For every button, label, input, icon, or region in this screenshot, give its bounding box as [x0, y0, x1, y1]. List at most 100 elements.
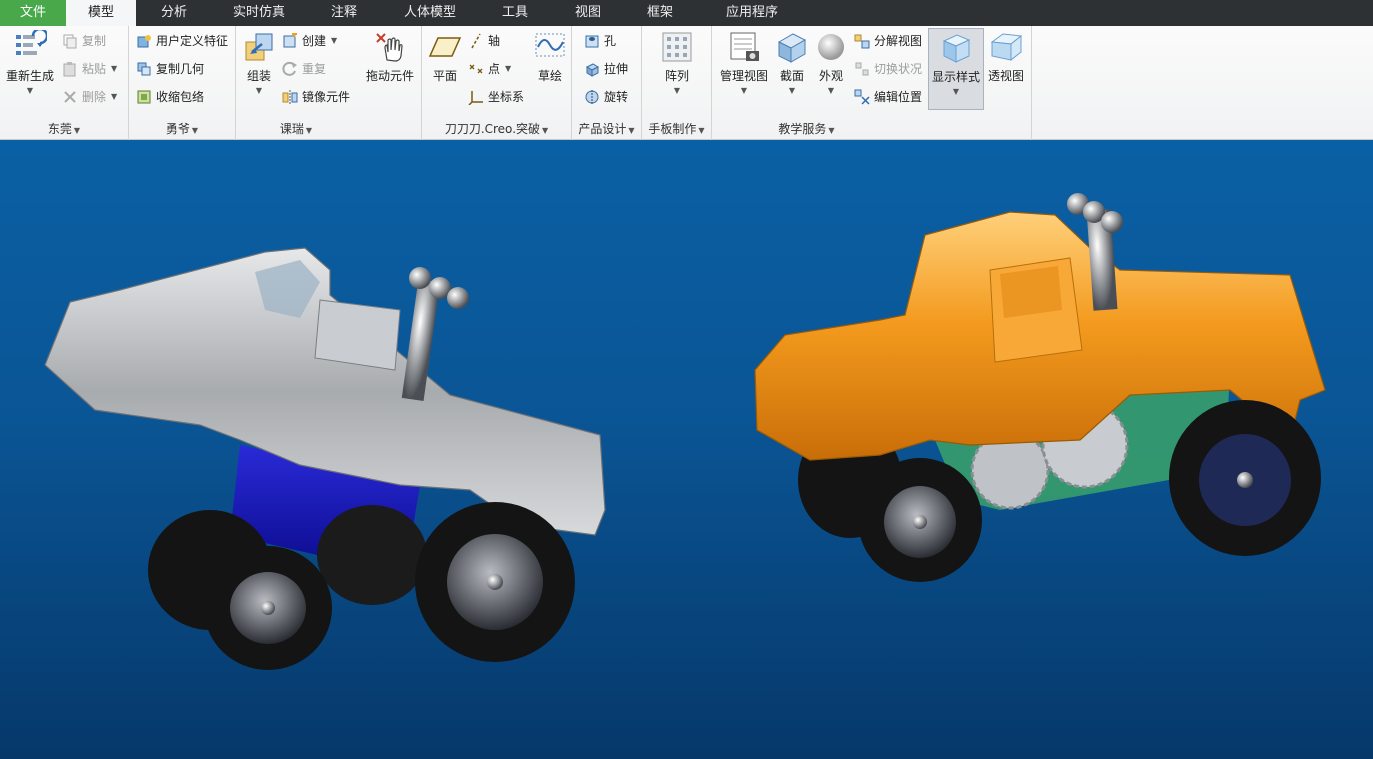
group-model-display: 管理视图 ▼ 截面 ▼ 外观 ▼ 分解视图 切换状况 编辑位置 显示样式 ▼ 透…	[712, 26, 1032, 140]
group-label-model-display[interactable]: 教学服务 ▼	[712, 120, 901, 137]
copy-geometry-icon	[136, 61, 152, 77]
toggle-status-button[interactable]: 切换状况	[854, 58, 922, 80]
assemble-button[interactable]: 组装 ▼	[241, 30, 277, 95]
plane-button[interactable]: 平面	[426, 30, 464, 84]
sketch-icon	[533, 30, 567, 64]
chevron-down-icon: ▼	[111, 64, 118, 73]
repeat-icon	[282, 61, 298, 77]
repeat-button[interactable]: 重复	[282, 58, 326, 80]
chevron-down-icon: ▼	[542, 126, 549, 135]
shrinkwrap-button[interactable]: 收缩包络	[136, 86, 204, 108]
appearance-button[interactable]: 外观 ▼	[814, 30, 848, 95]
edit-position-button[interactable]: 编辑位置	[854, 86, 922, 108]
extrude-icon	[584, 61, 600, 77]
toggle-status-icon	[854, 61, 870, 77]
copy-geometry-button[interactable]: 复制几何	[136, 58, 204, 80]
truck-door	[314, 299, 401, 371]
section-button[interactable]: 截面 ▼	[775, 30, 809, 95]
regenerate-button[interactable]: 重新生成 ▼	[4, 27, 56, 95]
hole-icon	[584, 33, 600, 49]
wheel-front-left-orange	[858, 458, 982, 582]
tab-file[interactable]: 文件	[0, 0, 66, 26]
group-label-get-data[interactable]: 勇爷 ▼	[129, 120, 235, 137]
revolve-icon	[584, 89, 600, 105]
user-defined-feature-button[interactable]: 用户定义特征	[136, 30, 228, 52]
graphics-viewport[interactable]	[0, 140, 1373, 759]
appearance-sphere-icon	[814, 30, 848, 64]
extrude-button[interactable]: 拉伸	[584, 58, 628, 80]
regenerate-icon	[13, 27, 49, 64]
coordinate-system-icon	[468, 89, 484, 106]
tab-human-model[interactable]: 人体模型	[382, 0, 478, 26]
group-label-product-design[interactable]: 产品设计 ▼	[572, 120, 641, 137]
mirror-component-button[interactable]: 镜像元件	[282, 86, 350, 108]
paste-button[interactable]: 粘贴 ▼	[62, 58, 117, 80]
group-get-data: 用户定义特征 复制几何 收缩包络 勇爷 ▼	[129, 26, 236, 140]
ribbon: 重新生成 ▼ 复制 粘贴 ▼ 删除 ▼ 东莞 ▼ 用户定义特征 复制几何 收缩包…	[0, 26, 1373, 140]
copy-button[interactable]: 复制	[62, 30, 106, 52]
chevron-down-icon: ▼	[331, 36, 338, 45]
user-defined-feature-icon	[136, 33, 152, 49]
perspective-view-button[interactable]: 透视图	[986, 30, 1026, 84]
create-button[interactable]: 创建 ▼	[282, 30, 337, 52]
ribbon-tab-bar: 文件 模型 分析 实时仿真 注释 人体模型 工具 视图 框架 应用程序	[0, 0, 1373, 26]
hole-button[interactable]: 孔	[584, 30, 616, 52]
coordinate-system-button[interactable]: 坐标系	[468, 86, 524, 108]
pattern-button[interactable]: 阵列 ▼	[659, 30, 695, 95]
tab-analysis[interactable]: 分析	[136, 0, 212, 26]
display-style-button[interactable]: 显示样式 ▼	[928, 28, 984, 110]
manage-views-button[interactable]: 管理视图 ▼	[717, 30, 771, 95]
point-button[interactable]: 点 ▼	[468, 58, 511, 80]
light-3	[447, 287, 469, 309]
mirror-icon	[282, 89, 298, 105]
paste-icon	[62, 61, 78, 77]
drag-hand-icon	[373, 30, 407, 64]
pattern-icon	[660, 30, 694, 64]
group-label-prototype[interactable]: 手板制作 ▼	[642, 120, 711, 137]
perspective-view-icon	[989, 30, 1023, 64]
point-icon	[468, 61, 484, 77]
chevron-down-icon: ▼	[673, 86, 681, 95]
explode-view-button[interactable]: 分解视图	[854, 30, 922, 52]
tab-tools[interactable]: 工具	[478, 0, 552, 26]
delete-icon	[62, 89, 78, 105]
sketch-button[interactable]: 草绘	[532, 30, 568, 84]
display-style-cube-icon	[939, 31, 973, 65]
revolve-button[interactable]: 旋转	[584, 86, 628, 108]
group-operations: 重新生成 ▼ 复制 粘贴 ▼ 删除 ▼ 东莞 ▼	[0, 26, 129, 140]
tab-annotate[interactable]: 注释	[306, 0, 382, 26]
chevron-down-icon: ▼	[788, 86, 796, 95]
assemble-icon	[242, 30, 276, 64]
light-3	[1101, 211, 1123, 233]
group-datum: 平面 轴 点 ▼ 坐标系 草绘 刀刀刀.Creo.突破 ▼	[422, 26, 572, 140]
wheel-front-right-orange	[1169, 400, 1321, 556]
truck-model-silver[interactable]	[44, 247, 606, 670]
shrinkwrap-icon	[136, 89, 152, 105]
chevron-down-icon: ▼	[255, 86, 263, 95]
tab-realtime-simulation[interactable]: 实时仿真	[212, 0, 306, 26]
section-icon	[775, 30, 809, 64]
group-label-datum[interactable]: 刀刀刀.Creo.突破 ▼	[422, 120, 571, 137]
group-product-design: 孔 拉伸 旋转 产品设计 ▼	[572, 26, 642, 140]
manage-views-icon	[727, 30, 761, 64]
truck-model-orange[interactable]	[754, 193, 1326, 582]
chevron-down-icon: ▼	[305, 126, 313, 135]
group-label-component[interactable]: 课瑞 ▼	[236, 120, 356, 137]
chevron-down-icon: ▼	[505, 64, 512, 73]
axis-icon	[468, 33, 484, 49]
copy-icon	[62, 33, 78, 49]
truck-window	[1000, 266, 1062, 318]
chevron-down-icon: ▼	[191, 126, 199, 135]
wheel-rear-right	[317, 505, 427, 605]
tab-model[interactable]: 模型	[66, 0, 136, 26]
delete-button[interactable]: 删除 ▼	[62, 86, 117, 108]
create-icon	[282, 32, 298, 49]
drag-components-button[interactable]: 拖动元件	[362, 30, 418, 84]
tab-applications[interactable]: 应用程序	[696, 0, 808, 26]
chevron-down-icon: ▼	[26, 86, 34, 95]
tab-framework[interactable]: 框架	[624, 0, 696, 26]
axis-button[interactable]: 轴	[468, 30, 500, 52]
group-label-operations[interactable]: 东莞 ▼	[0, 120, 128, 137]
chevron-down-icon: ▼	[952, 87, 960, 96]
tab-view[interactable]: 视图	[552, 0, 624, 26]
